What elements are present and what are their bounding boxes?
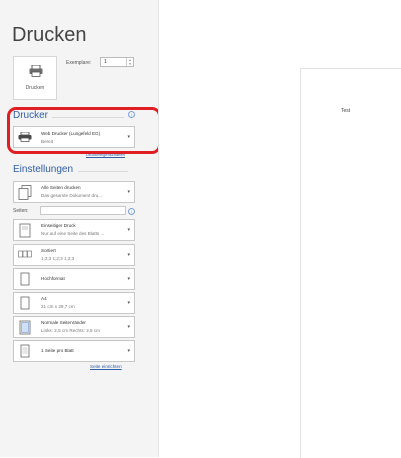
pages-label: Seiten: <box>13 208 29 214</box>
copies-stepper[interactable]: 1 ▲ ▼ <box>100 57 134 67</box>
setting-main-text: Sortiert <box>41 248 56 253</box>
margins-icon <box>19 320 31 335</box>
page-per-sheet-icon <box>20 344 30 358</box>
print-button-label: Drucken <box>25 85 45 91</box>
setting-sub-text: Links: 2,5 cm Rechts: 2,5 cm <box>41 328 100 333</box>
duplex-select[interactable]: Einseitiger Druck Nur auf eine Seite des… <box>13 219 135 241</box>
chevron-down-icon: ▾ <box>127 300 130 306</box>
page-title: Drucken <box>12 24 87 46</box>
chevron-down-icon: ▾ <box>127 189 130 195</box>
setting-main-text: A4 <box>41 296 47 301</box>
settings-heading: Einstellungen <box>13 164 74 175</box>
setting-main-text: Hochformat <box>41 276 65 281</box>
setting-main-text: Normale Seitenränder <box>41 320 86 325</box>
pages-per-sheet-select[interactable]: 1 Seite pro Blatt ▾ <box>13 340 135 362</box>
copies-label: Exemplare: <box>66 60 92 66</box>
portrait-page-icon <box>20 272 30 286</box>
setting-main-text: 1 Seite pro Blatt <box>41 348 74 353</box>
page-setup-link[interactable]: Seite einrichten <box>90 364 122 369</box>
printer-highlight-annotation <box>7 107 161 154</box>
spin-arrows-icon[interactable]: ▲ ▼ <box>126 58 133 66</box>
paper-size-select[interactable]: A4 21 cm x 29,7 cm ▾ <box>13 292 135 314</box>
info-icon[interactable]: i <box>128 208 135 215</box>
chevron-down-icon: ▾ <box>127 324 130 330</box>
settings-heading-divider <box>78 171 128 172</box>
orientation-select[interactable]: Hochformat ▾ <box>13 268 135 290</box>
print-button[interactable]: Drucken <box>13 56 57 100</box>
collation-select[interactable]: Sortiert 1;2;3 1;2;3 1;2;3 ▾ <box>13 244 135 266</box>
setting-sub-text: Das gesamte Dokument dru... <box>41 193 103 198</box>
paper-size-icon <box>20 296 30 310</box>
chevron-down-icon: ▾ <box>127 276 130 282</box>
single-sided-page-icon <box>19 223 31 238</box>
chevron-down-icon: ▾ <box>127 227 130 233</box>
print-range-select[interactable]: Alle Seiten drucken Das gesamte Dokument… <box>13 181 135 203</box>
setting-sub-text: Nur auf eine Seite des Blatts ... <box>41 231 105 236</box>
copies-value: 1 <box>104 59 107 65</box>
document-pages-icon <box>18 185 32 200</box>
preview-page-text: Test <box>341 108 351 114</box>
collated-pages-icon <box>18 250 32 258</box>
chevron-down-icon: ▾ <box>127 348 130 354</box>
pages-input[interactable] <box>40 206 126 215</box>
setting-sub-text: 1;2;3 1;2;3 1;2;3 <box>41 256 75 261</box>
margins-select[interactable]: Normale Seitenränder Links: 2,5 cm Recht… <box>13 316 135 338</box>
setting-main-text: Alle Seiten drucken <box>41 185 81 190</box>
preview-page <box>300 68 401 458</box>
chevron-down-icon: ▾ <box>127 252 130 258</box>
setting-sub-text: 21 cm x 29,7 cm <box>41 304 75 309</box>
printer-icon <box>29 65 43 77</box>
setting-main-text: Einseitiger Druck <box>41 223 76 228</box>
preview-divider <box>158 0 159 457</box>
